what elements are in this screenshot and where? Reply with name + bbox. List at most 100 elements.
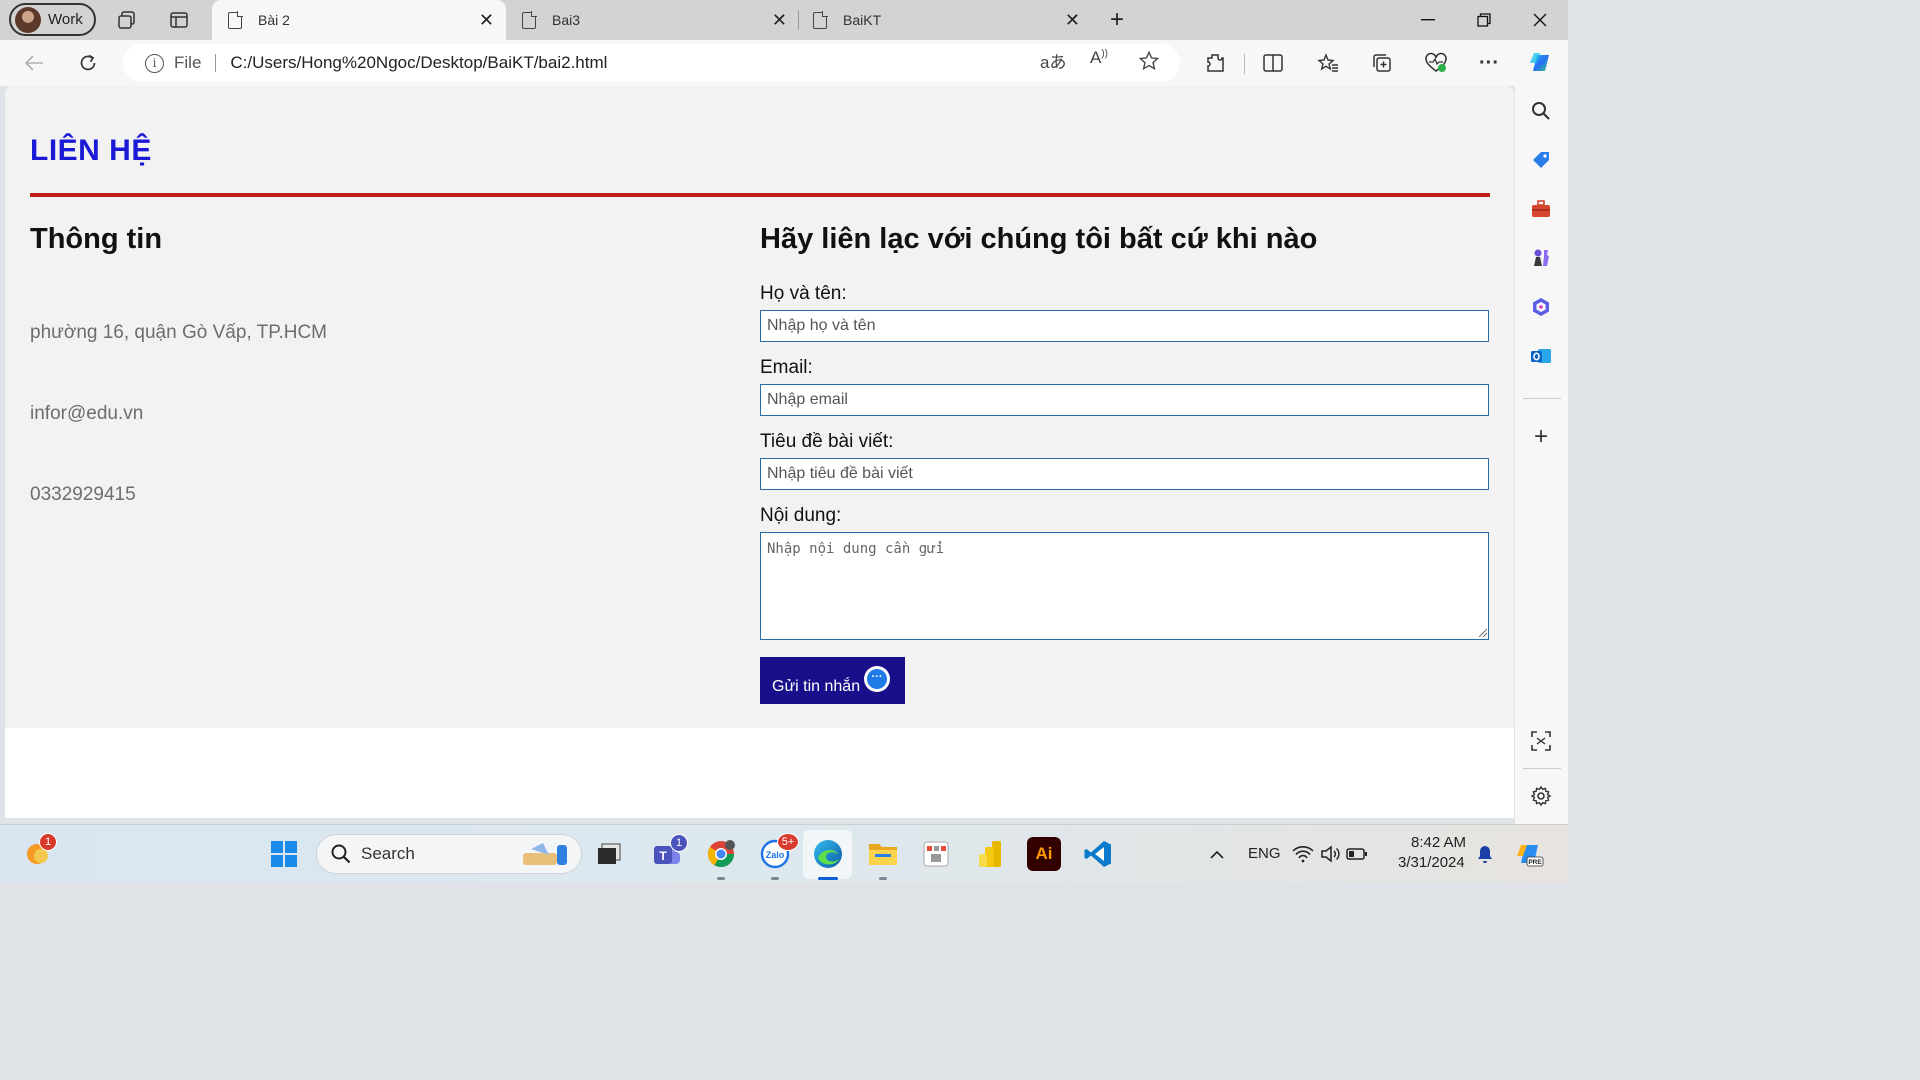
power-bi-icon[interactable] <box>973 837 1007 871</box>
tab-bai3[interactable]: Bai3 ✕ <box>506 0 799 40</box>
tab-bai-2[interactable]: Bài 2 ✕ <box>212 0 506 40</box>
send-message-button[interactable]: Gửi tin nhắn ··· <box>760 657 905 704</box>
close-tab-icon[interactable]: ✕ <box>479 10 494 31</box>
textarea-resize-handle[interactable] <box>1479 629 1487 637</box>
tab-title: BaiKT <box>843 12 882 28</box>
file-explorer-icon[interactable] <box>866 837 900 871</box>
app-icon[interactable] <box>919 837 953 871</box>
shopping-tag-icon[interactable] <box>1528 147 1554 173</box>
info-address: phường 16, quận Gò Vấp, TP.HCM <box>30 322 327 343</box>
show-hidden-icons-chevron-icon[interactable] <box>1200 837 1234 871</box>
new-tab-button[interactable]: + <box>1105 6 1129 33</box>
workspaces-icon[interactable] <box>115 8 139 32</box>
wifi-icon <box>1292 846 1314 863</box>
translate-icon[interactable]: aあ <box>1040 48 1066 73</box>
contact-section: LIÊN HỆ Thông tin phường 16, quận Gò Vấp… <box>5 86 1514 728</box>
document-icon <box>228 10 243 29</box>
back-button[interactable] <box>21 50 47 76</box>
subject-input[interactable] <box>760 458 1489 490</box>
extensions-icon[interactable] <box>1202 50 1228 76</box>
form-title: Hãy liên lạc với chúng tôi bất cứ khi nà… <box>760 223 1318 255</box>
clock-date[interactable]: 3/31/2024 <box>1398 854 1465 871</box>
svg-text:PRE: PRE <box>1528 859 1542 866</box>
send-button-label: Gửi tin nhắn <box>772 678 861 695</box>
running-indicator <box>717 877 725 880</box>
close-tab-icon[interactable]: ✕ <box>1065 10 1080 31</box>
search-placeholder: Search <box>361 844 415 863</box>
close-window-button[interactable] <box>1512 0 1568 40</box>
page-viewport: LIÊN HỆ Thông tin phường 16, quận Gò Vấp… <box>5 86 1514 818</box>
tab-title: Bài 2 <box>258 12 290 28</box>
refresh-button[interactable] <box>75 50 101 76</box>
tools-briefcase-icon[interactable] <box>1528 196 1554 222</box>
close-tab-icon[interactable]: ✕ <box>772 10 787 31</box>
copilot-preview-icon[interactable]: PRE <box>1512 837 1546 871</box>
windows-start-icon[interactable] <box>267 837 301 871</box>
toolbar-divider <box>1244 54 1245 74</box>
vscode-icon[interactable] <box>1081 837 1115 871</box>
favorites-icon[interactable] <box>1315 50 1341 76</box>
heading-rule <box>30 193 1490 197</box>
info-email: infor@edu.vn <box>30 403 144 424</box>
search-highlight-icon <box>523 843 567 865</box>
address-bar[interactable]: i File C:/Users/Hong%20Ngoc/Desktop/BaiK… <box>123 44 1180 82</box>
profile-button[interactable]: Work <box>9 3 96 36</box>
split-screen-icon[interactable] <box>1260 50 1286 76</box>
outlook-icon[interactable] <box>1528 343 1554 369</box>
edge-icon[interactable] <box>811 837 845 871</box>
vertical-tabs-icon[interactable] <box>167 8 191 32</box>
zalo-badge: 5+ <box>777 833 799 851</box>
content-label: Nội dung: <box>760 505 842 526</box>
screenshot-icon[interactable] <box>1528 728 1554 754</box>
favorite-star-icon[interactable] <box>1138 50 1160 77</box>
search-icon[interactable] <box>1528 98 1554 124</box>
name-input[interactable] <box>760 310 1489 342</box>
language-indicator[interactable]: ENG <box>1248 845 1281 862</box>
restore-button[interactable] <box>1456 0 1512 40</box>
email-label: Email: <box>760 357 813 378</box>
divider <box>215 54 217 72</box>
collections-icon[interactable] <box>1369 50 1395 76</box>
copilot-icon[interactable] <box>1526 48 1556 78</box>
edge-sidebar: + <box>1515 86 1568 824</box>
microsoft-365-icon[interactable] <box>1528 294 1554 320</box>
running-indicator <box>879 877 887 880</box>
read-aloud-icon[interactable]: A)) <box>1090 48 1108 68</box>
running-indicator <box>771 877 779 880</box>
notification-bell-icon[interactable] <box>1468 837 1502 871</box>
browser-essentials-icon[interactable] <box>1423 50 1449 76</box>
volume-icon <box>1321 845 1340 863</box>
name-label: Họ và tên: <box>760 283 847 304</box>
page-title: LIÊN HỆ <box>30 134 152 167</box>
sidebar-divider <box>1523 398 1561 399</box>
games-chess-icon[interactable] <box>1528 245 1554 271</box>
avatar <box>15 6 41 33</box>
teams-badge: 1 <box>670 834 688 852</box>
sidebar-settings-gear-icon[interactable] <box>1528 783 1554 809</box>
subject-label: Tiêu đề bài viết: <box>760 431 894 452</box>
chat-bubble-icon: ··· <box>864 666 890 692</box>
taskbar-search[interactable]: Search <box>316 834 582 874</box>
email-input[interactable] <box>760 384 1489 416</box>
active-indicator <box>818 877 838 880</box>
windows-taskbar: 1 Search T 1 Zalo 5+ Ai ENG 8:42 AM 3/31… <box>0 824 1568 882</box>
clock-time[interactable]: 8:42 AM <box>1411 834 1466 851</box>
document-icon <box>813 10 828 29</box>
search-icon <box>331 844 351 864</box>
minimize-button[interactable] <box>1400 0 1456 40</box>
sidebar-divider <box>1523 768 1561 769</box>
quick-settings[interactable] <box>1292 837 1370 871</box>
tab-title: Bai3 <box>552 12 581 28</box>
battery-icon <box>1346 848 1367 860</box>
toolbar: i File C:/Users/Hong%20Ngoc/Desktop/BaiK… <box>0 40 1568 86</box>
add-sidebar-app-icon[interactable]: + <box>1528 423 1554 450</box>
task-view-icon[interactable] <box>592 837 626 871</box>
illustrator-icon[interactable]: Ai <box>1027 837 1061 871</box>
svg-text:Zalo: Zalo <box>766 850 785 860</box>
tab-baikt[interactable]: BaiKT ✕ <box>799 0 1092 40</box>
site-info-icon[interactable]: i <box>145 53 164 73</box>
chrome-icon[interactable] <box>704 837 738 871</box>
content-textarea[interactable] <box>760 532 1489 640</box>
more-options-icon[interactable]: ··· <box>1476 50 1502 76</box>
url-text[interactable]: C:/Users/Hong%20Ngoc/Desktop/BaiKT/bai2.… <box>230 53 607 73</box>
